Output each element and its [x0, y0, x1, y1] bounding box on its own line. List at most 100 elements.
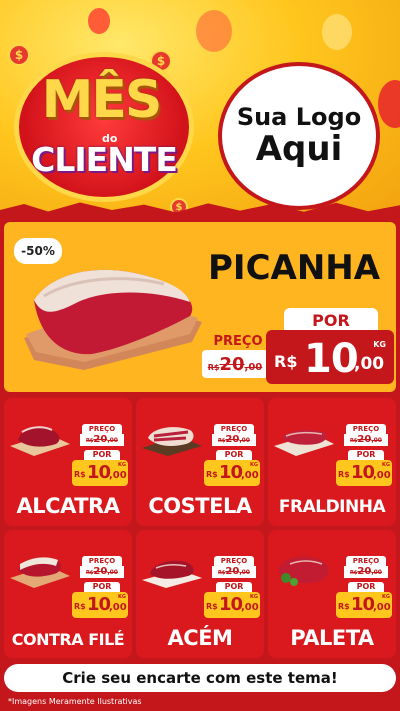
new-price: R$ 10,00 KG: [204, 460, 260, 486]
old-price-decimal: ,00: [107, 437, 118, 444]
new-price-integer: 10: [87, 594, 111, 615]
unit-label: KG: [250, 462, 258, 468]
costela-image: [142, 427, 202, 456]
new-price: R$ 10,00 KG: [336, 460, 392, 486]
coin-icon: $: [8, 44, 30, 66]
old-price: R$ 20,00: [212, 566, 256, 578]
por-label: POR: [216, 582, 252, 592]
new-price-currency: R$: [274, 352, 298, 371]
preco-label: PREÇO: [82, 424, 122, 434]
product-card-paleta[interactable]: PREÇO R$ 20,00 POR R$ 10,00 KG PALETA: [268, 530, 396, 658]
paleta-image: [278, 556, 329, 586]
logo-placeholder[interactable]: Sua Logo Aqui: [218, 62, 380, 210]
old-price-integer: 20: [357, 566, 372, 577]
new-price-decimal: ,00: [373, 470, 391, 481]
preco-label: PREÇO: [214, 556, 254, 566]
product-card-alcatra[interactable]: PREÇO R$ 20,00 POR R$ 10,00 KG ALCATRA: [4, 398, 132, 526]
por-label: POR: [348, 450, 384, 460]
unit-label: KG: [250, 594, 258, 600]
contra-file-image: [10, 557, 70, 588]
hero-product-name: PICANHA: [208, 248, 381, 288]
balloon-decoration: [378, 80, 400, 128]
product-name: CONTRA FILÉ: [11, 630, 125, 649]
new-price-currency: R$: [206, 602, 218, 611]
new-price: R$ 10,00 KG: [72, 460, 128, 486]
new-price-integer: 10: [351, 594, 375, 615]
old-price-currency: R$: [218, 438, 226, 444]
old-price-integer: 20: [357, 434, 372, 445]
unit-label: KG: [382, 594, 390, 600]
product-name: ALCATRA: [16, 494, 120, 518]
torn-paper-edge: [0, 202, 400, 222]
new-price-decimal: ,00: [109, 470, 127, 481]
old-price-decimal: ,00: [107, 569, 118, 576]
product-name: PALETA: [290, 626, 374, 650]
new-price-currency: R$: [206, 470, 218, 479]
title-cliente: CLIENTE: [31, 140, 178, 179]
featured-product-card[interactable]: -50% PICANHA POR PREÇO R$ 20 ,00 R$ 10 ,…: [4, 222, 396, 392]
por-label: POR: [84, 582, 120, 592]
old-price-integer: 20: [93, 434, 108, 445]
create-flyer-button[interactable]: Crie seu encarte com este tema!: [4, 664, 396, 692]
new-price-integer: 10: [219, 594, 243, 615]
new-price-integer: 10: [219, 462, 243, 483]
new-price: R$ 10,00 KG: [204, 592, 260, 618]
old-price-currency: R$: [350, 438, 358, 444]
new-price: R$ 10 ,00 KG: [266, 330, 394, 384]
old-price-decimal: ,00: [239, 437, 250, 444]
unit-label: KG: [118, 594, 126, 600]
balloon-decoration: [88, 8, 110, 34]
product-card-fraldinha[interactable]: PREÇO R$ 20,00 POR R$ 10,00 KG FRALDINHA: [268, 398, 396, 526]
picanha-image: [24, 269, 202, 370]
balloon-decoration: [322, 14, 352, 50]
product-card-acem[interactable]: PREÇO R$ 20,00 POR R$ 10,00 KG ACÉM: [136, 530, 264, 658]
discount-badge: -50%: [14, 238, 62, 264]
acem-image: [142, 560, 202, 588]
new-price-decimal: ,00: [354, 354, 385, 374]
old-price-currency: R$: [207, 363, 220, 372]
unit-label: KG: [118, 462, 126, 468]
preco-label: PREÇO: [214, 424, 254, 434]
new-price-integer: 10: [351, 462, 375, 483]
new-price: R$ 10,00 KG: [336, 592, 392, 618]
old-price-decimal: ,00: [244, 362, 263, 373]
old-price-integer: 20: [93, 566, 108, 577]
old-price-decimal: ,00: [371, 437, 382, 444]
unit-label: KG: [373, 340, 386, 349]
header-banner: $ $ $ MÊS do CLIENTE Sua Logo Aqui: [0, 0, 400, 222]
old-price: R$ 20 ,00: [202, 350, 268, 378]
por-label: POR: [348, 582, 384, 592]
old-price: R$ 20,00: [344, 566, 388, 578]
title-mes: MÊS: [41, 70, 163, 130]
new-price-decimal: ,00: [109, 602, 127, 613]
product-card-contra-file[interactable]: PREÇO R$ 20,00 POR R$ 10,00 KG CONTRA FILÉ: [4, 530, 132, 658]
por-label: POR: [284, 308, 378, 332]
logo-text-line2: Aqui: [255, 129, 343, 170]
preco-label: PREÇO: [346, 556, 386, 566]
product-card-costela[interactable]: PREÇO R$ 20,00 POR R$ 10,00 KG COSTELA: [136, 398, 264, 526]
old-price-decimal: ,00: [239, 569, 250, 576]
old-price-currency: R$: [350, 570, 358, 576]
por-label: POR: [216, 450, 252, 460]
old-price-integer: 20: [225, 566, 240, 577]
old-price: R$ 20,00: [344, 434, 388, 446]
old-price: R$ 20,00: [80, 434, 124, 446]
por-label: POR: [84, 450, 120, 460]
old-price-currency: R$: [86, 570, 94, 576]
new-price-decimal: ,00: [241, 470, 259, 481]
new-price: R$ 10,00 KG: [72, 592, 128, 618]
old-price-decimal: ,00: [371, 569, 382, 576]
old-price-currency: R$: [218, 570, 226, 576]
product-name: COSTELA: [148, 494, 252, 518]
new-price-decimal: ,00: [373, 602, 391, 613]
new-price-currency: R$: [74, 602, 86, 611]
new-price-integer: 10: [304, 336, 359, 382]
product-name: FRALDINHA: [278, 497, 386, 517]
alcatra-image: [10, 426, 70, 456]
new-price-currency: R$: [338, 470, 350, 479]
old-price-currency: R$: [86, 438, 94, 444]
old-price-integer: 20: [225, 434, 240, 445]
preco-label: PREÇO: [82, 556, 122, 566]
disclaimer-text: *Imagens Meramente Ilustrativas: [8, 697, 142, 706]
old-price: R$ 20,00: [80, 566, 124, 578]
